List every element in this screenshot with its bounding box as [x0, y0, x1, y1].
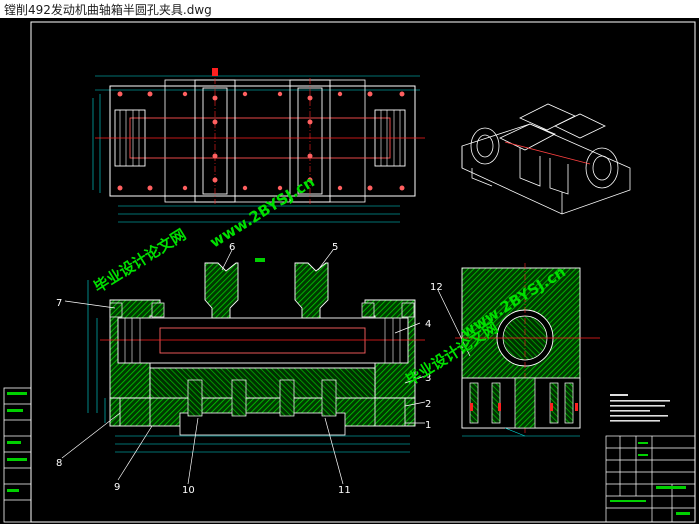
side-table-ticks: [7, 392, 27, 492]
callout-2: 2: [425, 399, 431, 410]
isometric-view: [461, 103, 631, 215]
callout-9: 9: [114, 482, 120, 493]
top-view: [92, 68, 425, 223]
callout-8: 8: [56, 458, 62, 469]
callout-6: 6: [229, 242, 235, 253]
window-titlebar: 镗削492发动机曲轴箱半圆孔夹具.dwg: [0, 0, 699, 19]
callout-4: 4: [425, 319, 431, 330]
watermark-cn-1: 毕业设计论文网: [91, 225, 190, 296]
callout-10: 10: [182, 485, 195, 496]
drawing-svg: 1 2 3 4 5 6 7 8 9 10 11 12 www.2BYSJ.cn …: [3, 21, 696, 523]
callout-11: 11: [338, 485, 351, 496]
watermark-url-1: www.2BYSJ.cn: [207, 173, 318, 252]
technical-notes: [610, 394, 670, 422]
title-block: [605, 435, 696, 523]
callout-12: 12: [430, 282, 443, 293]
title-block-marks: [610, 442, 690, 515]
callout-1: 1: [425, 420, 431, 431]
side-table: [3, 387, 32, 523]
callout-7: 7: [56, 298, 62, 309]
drawing-canvas[interactable]: 1 2 3 4 5 6 7 8 9 10 11 12 www.2BYSJ.cn …: [0, 18, 699, 524]
front-section-view: [87, 258, 425, 453]
callout-5: 5: [332, 242, 338, 253]
window-title: 镗削492发动机曲轴箱半圆孔夹具.dwg: [4, 3, 212, 17]
